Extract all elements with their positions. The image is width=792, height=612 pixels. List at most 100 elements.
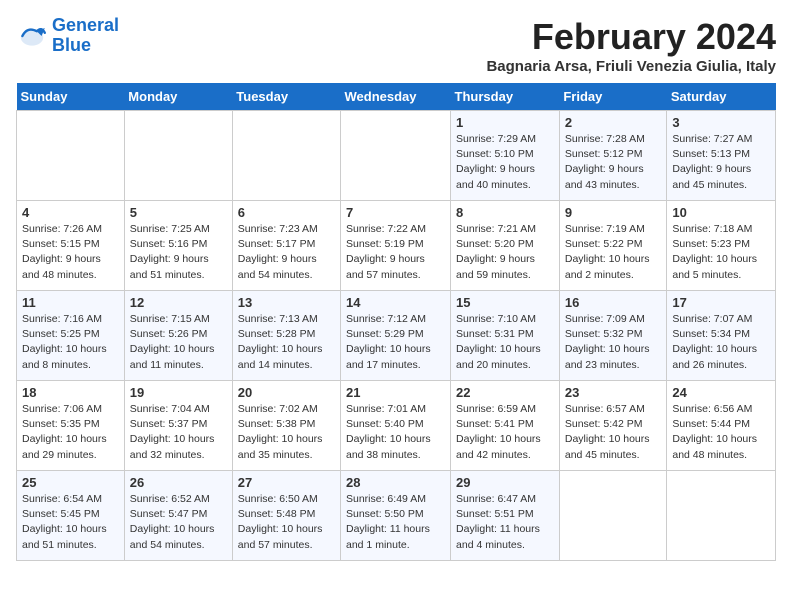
- day-number: 10: [672, 205, 770, 220]
- day-info: Sunrise: 7:22 AM Sunset: 5:19 PM Dayligh…: [346, 222, 445, 283]
- day-info: Sunrise: 7:12 AM Sunset: 5:29 PM Dayligh…: [346, 312, 445, 373]
- header-sunday: Sunday: [17, 83, 125, 111]
- calendar-day: 10 Sunrise: 7:18 AM Sunset: 5:23 PM Dayli…: [667, 201, 776, 291]
- calendar-day: 4 Sunrise: 7:26 AM Sunset: 5:15 PM Daylig…: [17, 201, 125, 291]
- header-tuesday: Tuesday: [232, 83, 340, 111]
- calendar-day: 25 Sunrise: 6:54 AM Sunset: 5:45 PM Dayli…: [17, 471, 125, 561]
- header-friday: Friday: [559, 83, 667, 111]
- day-number: 9: [565, 205, 662, 220]
- day-info: Sunrise: 7:09 AM Sunset: 5:32 PM Dayligh…: [565, 312, 662, 373]
- calendar-day: 16 Sunrise: 7:09 AM Sunset: 5:32 PM Dayli…: [559, 291, 667, 381]
- day-info: Sunrise: 7:26 AM Sunset: 5:15 PM Dayligh…: [22, 222, 119, 283]
- day-info: Sunrise: 7:23 AM Sunset: 5:17 PM Dayligh…: [238, 222, 335, 283]
- calendar-day: 12 Sunrise: 7:15 AM Sunset: 5:26 PM Dayli…: [124, 291, 232, 381]
- calendar-week-2: 4 Sunrise: 7:26 AM Sunset: 5:15 PM Daylig…: [17, 201, 776, 291]
- calendar-day: 27 Sunrise: 6:50 AM Sunset: 5:48 PM Dayli…: [232, 471, 340, 561]
- day-number: 4: [22, 205, 119, 220]
- header-thursday: Thursday: [451, 83, 560, 111]
- calendar-day: 15 Sunrise: 7:10 AM Sunset: 5:31 PM Dayli…: [451, 291, 560, 381]
- logo: General Blue: [16, 16, 119, 56]
- calendar-day: 3 Sunrise: 7:27 AM Sunset: 5:13 PM Daylig…: [667, 111, 776, 201]
- day-info: Sunrise: 6:56 AM Sunset: 5:44 PM Dayligh…: [672, 402, 770, 463]
- day-number: 6: [238, 205, 335, 220]
- calendar-day: 23 Sunrise: 6:57 AM Sunset: 5:42 PM Dayli…: [559, 381, 667, 471]
- day-number: 29: [456, 475, 554, 490]
- calendar-day: 5 Sunrise: 7:25 AM Sunset: 5:16 PM Daylig…: [124, 201, 232, 291]
- day-info: Sunrise: 6:50 AM Sunset: 5:48 PM Dayligh…: [238, 492, 335, 553]
- day-info: Sunrise: 7:19 AM Sunset: 5:22 PM Dayligh…: [565, 222, 662, 283]
- day-number: 26: [130, 475, 227, 490]
- calendar-day: 2 Sunrise: 7:28 AM Sunset: 5:12 PM Daylig…: [559, 111, 667, 201]
- calendar-day: 22Sunrise: 6:59 AM Sunset: 5:41 PM Dayli…: [451, 381, 560, 471]
- day-info: Sunrise: 6:49 AM Sunset: 5:50 PM Dayligh…: [346, 492, 445, 553]
- logo-general: General: [52, 15, 119, 35]
- calendar-week-1: 1 Sunrise: 7:29 AM Sunset: 5:10 PM Daylig…: [17, 111, 776, 201]
- calendar-week-4: 18 Sunrise: 7:06 AM Sunset: 5:35 PM Dayli…: [17, 381, 776, 471]
- day-info: Sunrise: 7:21 AM Sunset: 5:20 PM Dayligh…: [456, 222, 554, 283]
- day-number: 23: [565, 385, 662, 400]
- calendar-table: SundayMondayTuesdayWednesdayThursdayFrid…: [16, 83, 776, 561]
- calendar-day: 21 Sunrise: 7:01 AM Sunset: 5:40 PM Dayli…: [341, 381, 451, 471]
- day-number: 24: [672, 385, 770, 400]
- header-monday: Monday: [124, 83, 232, 111]
- calendar-day: 28Sunrise: 6:49 AM Sunset: 5:50 PM Dayli…: [341, 471, 451, 561]
- calendar-day: 9 Sunrise: 7:19 AM Sunset: 5:22 PM Daylig…: [559, 201, 667, 291]
- calendar-day: 6 Sunrise: 7:23 AM Sunset: 5:17 PM Daylig…: [232, 201, 340, 291]
- calendar-day: 26 Sunrise: 6:52 AM Sunset: 5:47 PM Dayli…: [124, 471, 232, 561]
- day-number: 2: [565, 115, 662, 130]
- day-number: 14: [346, 295, 445, 310]
- day-info: Sunrise: 7:06 AM Sunset: 5:35 PM Dayligh…: [22, 402, 119, 463]
- calendar-day: [667, 471, 776, 561]
- day-info: Sunrise: 7:25 AM Sunset: 5:16 PM Dayligh…: [130, 222, 227, 283]
- day-number: 8: [456, 205, 554, 220]
- day-info: Sunrise: 7:07 AM Sunset: 5:34 PM Dayligh…: [672, 312, 770, 373]
- logo-text: General Blue: [52, 16, 119, 56]
- day-number: 3: [672, 115, 770, 130]
- day-info: Sunrise: 7:18 AM Sunset: 5:23 PM Dayligh…: [672, 222, 770, 283]
- calendar-day: 7 Sunrise: 7:22 AM Sunset: 5:19 PM Daylig…: [341, 201, 451, 291]
- calendar-day: 20 Sunrise: 7:02 AM Sunset: 5:38 PM Dayli…: [232, 381, 340, 471]
- calendar-day: [232, 111, 340, 201]
- day-info: Sunrise: 7:10 AM Sunset: 5:31 PM Dayligh…: [456, 312, 554, 373]
- day-number: 22: [456, 385, 554, 400]
- page-header: General Blue February 2024 Bagnaria Arsa…: [16, 16, 776, 75]
- day-number: 27: [238, 475, 335, 490]
- month-title: February 2024: [486, 16, 776, 58]
- day-number: 18: [22, 385, 119, 400]
- calendar-day: [341, 111, 451, 201]
- day-info: Sunrise: 6:52 AM Sunset: 5:47 PM Dayligh…: [130, 492, 227, 553]
- calendar-week-3: 11Sunrise: 7:16 AM Sunset: 5:25 PM Dayli…: [17, 291, 776, 381]
- day-info: Sunrise: 7:28 AM Sunset: 5:12 PM Dayligh…: [565, 132, 662, 193]
- day-number: 15: [456, 295, 554, 310]
- day-number: 13: [238, 295, 335, 310]
- title-block: February 2024 Bagnaria Arsa, Friuli Vene…: [486, 16, 776, 75]
- day-info: Sunrise: 6:57 AM Sunset: 5:42 PM Dayligh…: [565, 402, 662, 463]
- day-number: 19: [130, 385, 227, 400]
- day-info: Sunrise: 7:29 AM Sunset: 5:10 PM Dayligh…: [456, 132, 554, 193]
- day-number: 21: [346, 385, 445, 400]
- day-info: Sunrise: 7:01 AM Sunset: 5:40 PM Dayligh…: [346, 402, 445, 463]
- logo-blue: Blue: [52, 35, 91, 55]
- calendar-day: 18 Sunrise: 7:06 AM Sunset: 5:35 PM Dayli…: [17, 381, 125, 471]
- day-number: 7: [346, 205, 445, 220]
- day-info: Sunrise: 7:27 AM Sunset: 5:13 PM Dayligh…: [672, 132, 770, 193]
- day-number: 20: [238, 385, 335, 400]
- day-number: 17: [672, 295, 770, 310]
- calendar-day: 1 Sunrise: 7:29 AM Sunset: 5:10 PM Daylig…: [451, 111, 560, 201]
- header-wednesday: Wednesday: [341, 83, 451, 111]
- day-number: 25: [22, 475, 119, 490]
- logo-icon: [16, 20, 48, 52]
- day-number: 12: [130, 295, 227, 310]
- day-info: Sunrise: 7:02 AM Sunset: 5:38 PM Dayligh…: [238, 402, 335, 463]
- calendar-day: 14 Sunrise: 7:12 AM Sunset: 5:29 PM Dayli…: [341, 291, 451, 381]
- calendar-day: 24 Sunrise: 6:56 AM Sunset: 5:44 PM Dayli…: [667, 381, 776, 471]
- day-number: 5: [130, 205, 227, 220]
- day-number: 1: [456, 115, 554, 130]
- day-number: 16: [565, 295, 662, 310]
- header-saturday: Saturday: [667, 83, 776, 111]
- day-info: Sunrise: 7:16 AM Sunset: 5:25 PM Dayligh…: [22, 312, 119, 373]
- day-info: Sunrise: 6:54 AM Sunset: 5:45 PM Dayligh…: [22, 492, 119, 553]
- calendar-day: 11Sunrise: 7:16 AM Sunset: 5:25 PM Dayli…: [17, 291, 125, 381]
- day-info: Sunrise: 7:15 AM Sunset: 5:26 PM Dayligh…: [130, 312, 227, 373]
- calendar-day: 17 Sunrise: 7:07 AM Sunset: 5:34 PM Dayli…: [667, 291, 776, 381]
